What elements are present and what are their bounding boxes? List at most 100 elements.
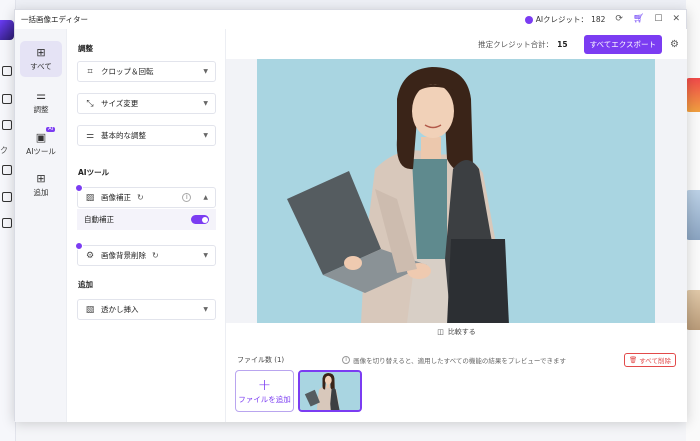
section-title-add: 追加 <box>78 280 93 289</box>
add-file-button[interactable]: + ファイルを追加 <box>235 370 294 412</box>
background-thumbnail <box>686 190 700 240</box>
ai-badge: AI <box>46 125 56 132</box>
chevron-down-icon: ▼ <box>203 252 208 259</box>
estimated-credits-value: 15 <box>557 39 568 49</box>
category-rail: ⊞ すべて ⚌ 調整 ▣ AI AIツール ⊞ 追加 <box>15 29 67 422</box>
app-logo <box>0 20 14 40</box>
ai-marker-icon <box>75 242 83 250</box>
compare-label: 比較する <box>447 328 476 336</box>
chevron-up-icon: ▲ <box>203 194 208 201</box>
sliders-icon: ⚌ <box>36 88 46 102</box>
screen-icon <box>2 218 12 228</box>
ai-icon: ▣ AI <box>35 125 56 144</box>
resize-label: サイズ変更 <box>101 99 139 108</box>
auto-enhance-toggle[interactable] <box>191 215 209 224</box>
background-remove-icon: ⚙ <box>85 250 95 261</box>
rail-item-label: 追加 <box>33 187 49 197</box>
section-title-ai-tools: AIツール <box>78 168 110 177</box>
estimated-credits-label: 推定クレジット合計： <box>478 39 554 49</box>
ai-credit-icon <box>524 15 533 24</box>
image-preview-container <box>226 59 687 323</box>
preview-hint-text: 画像を切り替えると、適用したすべての機能の結果をプレビューできます <box>353 357 567 365</box>
top-toolbar: 推定クレジット合計： 15 すべてエクスポート ⚙ <box>226 29 687 59</box>
maximize-icon[interactable]: ☐ <box>654 15 662 24</box>
cart-icon[interactable]: 🛒︎ <box>633 15 644 24</box>
file-count: ファイル数 (1) <box>237 356 285 364</box>
gear-icon[interactable]: ⚙ <box>670 39 679 50</box>
delete-all-button[interactable]: 🗑︎ すべて削除 <box>623 353 676 367</box>
file-thumbnail[interactable] <box>298 370 362 412</box>
chevron-down-icon: ▼ <box>203 132 208 139</box>
refresh-icon[interactable]: ↻ <box>137 193 144 202</box>
apps-icon <box>2 165 12 175</box>
auto-enhance-row: 自動補正 <box>77 209 216 230</box>
rail-item-adjust[interactable]: ⚌ 調整 <box>20 84 62 120</box>
refresh-icon[interactable]: ↻ <box>152 251 159 260</box>
trash-icon: 🗑︎ <box>628 356 638 364</box>
plus-icon: + <box>257 374 272 394</box>
document-icon <box>2 120 12 130</box>
auto-enhance-label: 自動補正 <box>84 215 114 224</box>
crop-rotate-dropdown[interactable]: ⌗ クロップ＆回転 ▼ <box>77 61 216 82</box>
plus-box-icon: ⊞ <box>36 171 46 185</box>
refresh-icon[interactable]: ⟳ <box>615 15 623 24</box>
grid-icon: ⊞ <box>36 45 46 59</box>
batch-image-editor-window: 一括画像エディター AIクレジット： 182 ⟳ 🛒︎ ☐ ✕ ⊞ すべて ⚌ … <box>14 9 687 422</box>
close-icon[interactable]: ✕ <box>672 15 680 24</box>
window-title: 一括画像エディター <box>21 15 88 24</box>
ai-credit-display: AIクレジット： 182 <box>524 14 606 25</box>
sliders-icon: ⚌ <box>85 130 95 141</box>
rail-item-label: 調整 <box>33 104 49 114</box>
chevron-down-icon: ▼ <box>203 68 208 75</box>
resize-dropdown[interactable]: ⤡ サイズ変更 ▼ <box>77 93 216 114</box>
ai-credit-value: 182 <box>591 15 606 24</box>
compare-icon: ◫ <box>437 328 444 336</box>
box-icon <box>2 94 12 104</box>
background-remove-dropdown[interactable]: ⚙ 画像背景削除 ↻ ▼ <box>75 242 216 266</box>
thumbnail-image <box>300 372 360 410</box>
titlebar: 一括画像エディター AIクレジット： 182 ⟳ 🛒︎ ☐ ✕ <box>15 10 686 29</box>
background-remove-label: 画像背景削除 <box>101 251 146 260</box>
compare-button[interactable]: ◫ 比較する <box>226 325 687 339</box>
ai-credit-label: AIクレジット： <box>535 15 589 24</box>
enhance-icon: ▨ <box>85 192 95 203</box>
ai-marker-icon <box>75 184 83 192</box>
rail-item-add[interactable]: ⊞ 追加 <box>20 167 62 203</box>
background-thumbnail <box>686 290 700 330</box>
background-text: ク <box>0 146 8 155</box>
basic-adjust-label: 基本的な調整 <box>101 131 146 140</box>
export-all-button[interactable]: すべてエクスポート <box>583 34 663 54</box>
files-bar: ファイル数 (1) i 画像を切り替えると、適用したすべての機能の結果をプレビュ… <box>226 353 687 367</box>
background-app-right <box>686 0 700 441</box>
watermark-label: 透かし挿入 <box>101 305 139 314</box>
person-with-laptop-illustration <box>257 59 655 323</box>
estimated-credits: 推定クレジット合計： 15 <box>478 39 567 50</box>
chevron-down-icon: ▼ <box>203 306 208 313</box>
info-icon: i <box>342 356 351 364</box>
image-icon: ▧ <box>85 304 95 315</box>
main-preview-area: 推定クレジット合計： 15 すべてエクスポート ⚙ ◫ 比較する ファイル数 (… <box>226 29 687 422</box>
chevron-down-icon: ▼ <box>203 100 208 107</box>
rail-item-all[interactable]: ⊞ すべて <box>20 41 62 77</box>
home-icon <box>2 66 12 76</box>
image-enhance-dropdown[interactable]: ▨ 画像補正 ↻ i ▲ <box>75 184 216 208</box>
image-enhance-label: 画像補正 <box>101 193 131 202</box>
basic-adjust-dropdown[interactable]: ⚌ 基本的な調整 ▼ <box>77 125 216 146</box>
resize-icon: ⤡ <box>86 98 94 109</box>
add-file-label: ファイルを追加 <box>238 394 291 404</box>
background-thumbnail <box>686 78 700 112</box>
crop-icon: ⌗ <box>87 66 93 77</box>
preview-hint: i 画像を切り替えると、適用したすべての機能の結果をプレビューできます <box>342 355 566 365</box>
rail-item-label: AIツール <box>26 146 56 156</box>
background-app-bottom <box>16 421 686 441</box>
settings-panel: 調整 ⌗ クロップ＆回転 ▼ ⤡ サイズ変更 ▼ ⚌ 基本的な調整 ▼ AIツー… <box>67 29 226 422</box>
info-icon[interactable]: i <box>182 193 192 202</box>
rail-item-ai-tools[interactable]: ▣ AI AIツール <box>20 126 62 162</box>
section-title-adjust: 調整 <box>78 44 93 53</box>
rail-item-label: すべて <box>30 61 52 71</box>
preview-image <box>257 59 655 323</box>
crop-rotate-label: クロップ＆回転 <box>101 67 154 76</box>
watermark-dropdown[interactable]: ▧ 透かし挿入 ▼ <box>77 299 216 320</box>
image-icon <box>2 192 12 202</box>
delete-all-label: すべて削除 <box>639 357 671 365</box>
